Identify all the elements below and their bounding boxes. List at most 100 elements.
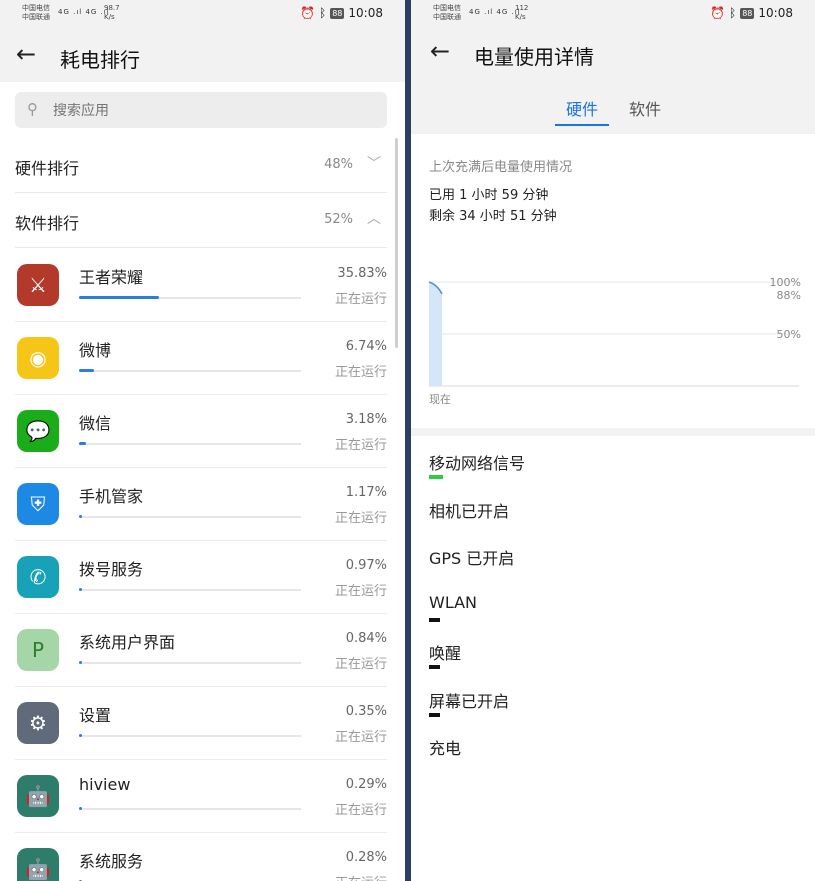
usage-bar-fill — [79, 734, 82, 737]
hardware-activity-bar — [429, 475, 443, 479]
battery-area — [429, 282, 442, 386]
hardware-activity-bar — [429, 617, 440, 622]
tick-label-100: 100% — [770, 276, 801, 289]
carrier-2: 中国联通 — [22, 13, 50, 21]
app-name: 设置 — [79, 706, 112, 725]
section-percent: 52% — [324, 212, 353, 227]
android-icon: 🤖 — [17, 775, 59, 817]
battery-chart: 100% 88% 50% 现在 — [428, 276, 801, 406]
tab-bar: 硬件 软件 — [411, 82, 815, 134]
usage-bar-fill — [79, 515, 82, 518]
app-name: hiview — [79, 775, 131, 794]
tab-indicator — [555, 124, 609, 126]
app-status: 正在运行 — [334, 657, 387, 672]
status-right: ⏰ ᛒ 88 10:08 — [300, 6, 383, 20]
app-row[interactable]: 🤖 hiview 0.29% 正在运行 — [15, 759, 387, 833]
app-percent: 0.29% — [345, 777, 387, 792]
usage-bar-track — [79, 369, 301, 372]
app-status: 正在运行 — [334, 365, 387, 380]
weibo-icon: ◉ — [17, 337, 59, 379]
tick-label-88: 88% — [777, 289, 801, 302]
hardware-item-label: GPS 已开启 — [429, 549, 515, 568]
bluetooth-icon: ᛒ — [319, 6, 327, 20]
app-row[interactable]: ⚔ 王者荣耀 35.83% 正在运行 — [15, 248, 387, 322]
section-label: 硬件排行 — [15, 159, 80, 178]
usage-bar-fill — [79, 369, 94, 372]
network-speed: 98.7 K/s — [104, 4, 120, 22]
status-bar: 中国电信 中国联通 4G .ıl 4G .ıl 98.7 K/s ⏰ ᛒ 88 … — [0, 0, 405, 28]
app-bar: ← 耗电排行 — [0, 28, 405, 82]
carrier-labels: 中国电信 中国联通 — [433, 4, 461, 22]
section-label: 软件排行 — [15, 214, 80, 233]
app-row[interactable]: 🤖 系统服务 0.28% 正在运行 — [15, 832, 387, 881]
app-percent: 0.35% — [345, 704, 387, 719]
carrier-2: 中国联通 — [433, 13, 461, 21]
app-status: 正在运行 — [334, 803, 387, 818]
back-arrow-icon[interactable]: ← — [16, 42, 36, 66]
settings-icon: ⚙ — [17, 702, 59, 744]
android-icon: 🤖 — [17, 848, 59, 881]
usage-bar-track — [79, 296, 301, 299]
signal-icon: 4G .ıl 4G .ıl — [58, 8, 110, 16]
tab-hardware[interactable]: 硬件 — [566, 96, 598, 120]
hardware-activity-bar — [429, 665, 440, 669]
app-name: 系统用户界面 — [79, 633, 176, 652]
hardware-activity-bar — [429, 712, 440, 717]
app-percent: 1.17% — [345, 485, 387, 500]
scrollbar[interactable] — [395, 138, 398, 348]
used-time: 已用 1 小时 59 分钟 — [429, 188, 549, 203]
app-percent: 0.28% — [345, 850, 387, 865]
software-ranking-section[interactable]: 软件排行 52% ︿ — [15, 193, 387, 248]
search-input[interactable] — [51, 92, 355, 130]
clock: 10:08 — [758, 6, 793, 20]
usage-bar-track — [79, 588, 301, 591]
status-right: ⏰ ᛒ 88 10:08 — [710, 6, 793, 20]
app-row[interactable]: ⛨ 手机管家 1.17% 正在运行 — [15, 467, 387, 541]
android-p-icon: P — [17, 629, 59, 671]
chevron-down-icon: ﹀ — [367, 156, 381, 172]
page-title: 电量使用详情 — [474, 45, 594, 69]
app-name: 微信 — [79, 414, 112, 433]
usage-bar-track — [79, 807, 301, 810]
phone-icon: ✆ — [17, 556, 59, 598]
app-row[interactable]: P 系统用户界面 0.84% 正在运行 — [15, 613, 387, 687]
alarm-icon: ⏰ — [710, 6, 726, 20]
app-row[interactable]: ✆ 拨号服务 0.97% 正在运行 — [15, 540, 387, 614]
hardware-item-label: 屏幕已开启 — [429, 691, 510, 711]
app-status: 正在运行 — [334, 730, 387, 745]
remaining-time: 剩余 34 小时 51 分钟 — [429, 209, 557, 224]
battery-details-screen: 中国电信 中国联通 4G .ıl 4G .ıl 112 K/s ⏰ ᛒ 88 1… — [411, 0, 815, 881]
page-title: 耗电排行 — [60, 48, 140, 72]
network-speed: 112 K/s — [515, 4, 528, 22]
hardware-item-label: WLAN — [429, 592, 478, 612]
app-name: 王者荣耀 — [79, 268, 144, 287]
shield-icon: ⛨ — [17, 483, 59, 525]
battery-icon: 88 — [330, 7, 345, 19]
status-bar: 中国电信 中国联通 4G .ıl 4G .ıl 112 K/s ⏰ ᛒ 88 1… — [411, 0, 815, 28]
hardware-ranking-section[interactable]: 硬件排行 48% ﹀ — [15, 138, 387, 193]
app-row[interactable]: 💬 微信 3.18% 正在运行 — [15, 394, 387, 468]
usage-bar-fill — [79, 807, 82, 810]
tick-label-50: 50% — [777, 328, 801, 341]
power-ranking-screen: 中国电信 中国联通 4G .ıl 4G .ıl 98.7 K/s ⏰ ᛒ 88 … — [0, 0, 405, 881]
chevron-up-icon: ︿ — [367, 211, 381, 227]
app-status: 正在运行 — [334, 511, 387, 526]
hardware-item-label: 充电 — [429, 739, 462, 758]
signal-icon: 4G .ıl 4G .ıl — [469, 8, 521, 16]
back-arrow-icon[interactable]: ← — [430, 39, 450, 63]
bluetooth-icon: ᛒ — [729, 6, 737, 20]
app-percent: 0.97% — [345, 558, 387, 573]
game-icon: ⚔ — [17, 264, 59, 306]
usage-bar-track — [79, 734, 301, 737]
clock: 10:08 — [348, 6, 383, 20]
alarm-icon: ⏰ — [300, 6, 316, 20]
carrier-labels: 中国电信 中国联通 — [22, 4, 50, 22]
app-status: 正在运行 — [335, 872, 387, 881]
app-name: 系统服务 — [79, 852, 144, 871]
usage-header: 上次充满后电量使用情况 — [429, 160, 573, 175]
app-row[interactable]: ◉ 微博 6.74% 正在运行 — [15, 321, 387, 395]
app-row[interactable]: ⚙ 设置 0.35% 正在运行 — [15, 686, 387, 760]
app-status: 正在运行 — [334, 584, 387, 599]
search-box[interactable]: ⚲ — [15, 92, 387, 130]
tab-software[interactable]: 软件 — [629, 96, 661, 120]
